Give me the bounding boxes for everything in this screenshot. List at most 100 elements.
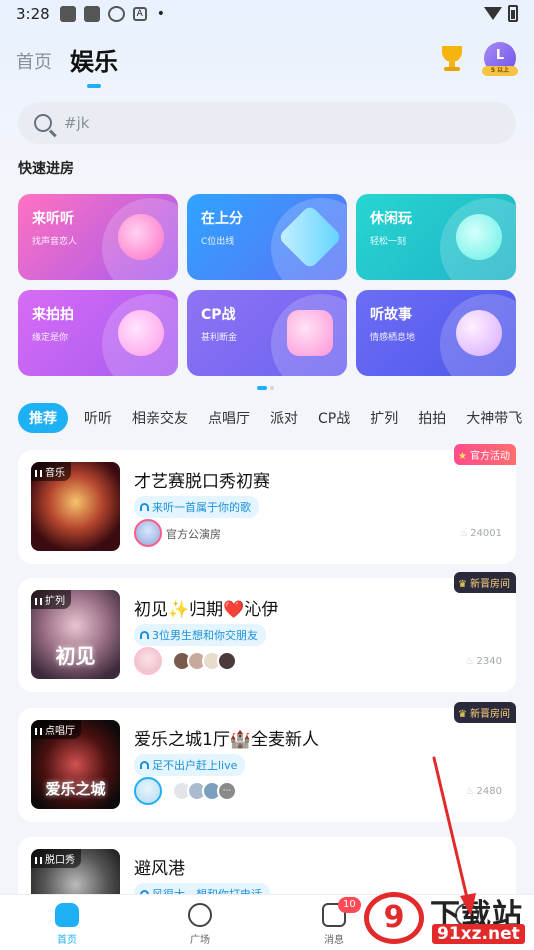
quick-rooms-title: 快速进房 <box>18 161 74 177</box>
unread-badge: 10 <box>338 897 361 913</box>
room-badge-label: 新晋房间 <box>470 579 510 590</box>
category-tab[interactable]: 派对 <box>270 408 298 428</box>
nav-home[interactable]: 首页 <box>37 903 97 946</box>
quick-card-listen[interactable]: 来听听 找声音恋人 <box>18 194 178 280</box>
search-placeholder: #jk <box>64 114 90 132</box>
room-card[interactable]: 音乐 ★ 官方活动 才艺赛脱口秀初赛 来听一首属于你的歌 官方公演房 ♨ 24001 <box>18 444 516 564</box>
compass-icon <box>188 903 212 927</box>
room-type-tag: 扩列 <box>31 590 71 609</box>
room-heat-value: 2480 <box>476 786 502 797</box>
room-type-tag: 音乐 <box>31 462 71 481</box>
search-bar[interactable]: #jk <box>18 102 516 144</box>
room-type-label: 扩列 <box>45 596 65 607</box>
room-heat: ♨ 24001 <box>459 528 502 539</box>
quick-card-cp[interactable]: CP战 甚利断金 <box>187 290 347 376</box>
app-icon <box>83 6 100 22</box>
watermark-url: 91xz.net <box>432 924 525 944</box>
cover-art-text: 爱乐之城 <box>45 780 106 798</box>
room-desc: 来听一首属于你的歌 <box>152 501 251 514</box>
quick-card-story[interactable]: 听故事 情感栖息地 <box>356 290 516 376</box>
sofa-icon <box>140 761 149 769</box>
category-tab[interactable]: 听听 <box>84 408 112 428</box>
room-desc: 3位男生想和你交朋友 <box>152 629 258 642</box>
room-desc-tag: 来听一首属于你的歌 <box>134 496 259 518</box>
category-tab[interactable]: 拍拍 <box>418 408 446 428</box>
status-time: 3:28 <box>16 5 50 23</box>
room-cover: 扩列 初见 <box>31 590 120 679</box>
room-heat: ♨ 2480 <box>466 786 502 797</box>
room-badge-label: 官方活动 <box>470 451 510 462</box>
room-desc: 足不出户赶上live <box>152 759 238 772</box>
trophy-icon[interactable] <box>436 42 468 74</box>
sofa-icon <box>140 631 149 639</box>
room-title: 避风港 <box>134 859 185 879</box>
home-icon <box>55 903 79 927</box>
member-avatars: ··· <box>172 781 237 801</box>
crown-icon: ♛ <box>458 579 467 590</box>
quick-card-subtitle: 找声音恋人 <box>32 237 78 247</box>
category-tabs: 推荐 听听 相亲交友 点唱厅 派对 CP战 扩列 拍拍 大神带飞 <box>18 403 534 433</box>
room-heat-value: 2340 <box>476 656 502 667</box>
room-type-label: 音乐 <box>45 468 65 479</box>
nav-plaza-label: 广场 <box>190 935 210 946</box>
wifi-icon <box>484 7 502 20</box>
room-cover: 点唱厅 爱乐之城 <box>31 720 120 809</box>
nav-messages-label: 消息 <box>324 935 344 946</box>
member-avatars <box>172 651 237 671</box>
star-icon: ★ <box>458 451 467 462</box>
quick-card-auction[interactable]: 来拍拍 缘定是你 <box>18 290 178 376</box>
battery-icon <box>508 5 518 22</box>
category-tab[interactable]: 大神带飞 <box>466 408 522 428</box>
status-bar: 3:28 A • <box>0 0 534 28</box>
room-title: 初见✨归期❤️沁伊 <box>134 600 279 620</box>
notification-dot: • <box>156 6 165 22</box>
category-tab[interactable]: 相亲交友 <box>132 408 188 428</box>
nav-messages[interactable]: 消息 10 <box>304 897 364 946</box>
nav-plaza[interactable]: 广场 <box>170 903 230 946</box>
watermark-logo: 9 <box>364 892 424 944</box>
flame-icon: ♨ <box>459 528 469 539</box>
category-tab[interactable]: CP战 <box>318 408 350 428</box>
cover-art-text: 初见 <box>55 644 96 668</box>
host-avatar[interactable] <box>134 777 162 805</box>
crown-icon: ♛ <box>458 709 467 720</box>
level-letter: L <box>495 48 505 63</box>
room-badge: ♛ 新晋房间 <box>454 572 516 593</box>
app-icon <box>59 6 76 22</box>
host-avatar[interactable] <box>134 647 162 675</box>
room-badge: ♛ 新晋房间 <box>454 702 516 723</box>
carousel-indicator <box>257 386 274 390</box>
room-title: 才艺赛脱口秀初赛 <box>134 472 270 492</box>
category-tab[interactable]: 点唱厅 <box>208 408 250 428</box>
room-heat-value: 24001 <box>470 528 502 539</box>
watermark: 9 下载站 91xz.net <box>362 884 534 950</box>
room-type-tag: 脱口秀 <box>31 849 81 868</box>
quick-card-subtitle: 情感栖息地 <box>370 333 416 343</box>
level-badge[interactable]: L 5 以上 <box>482 42 518 76</box>
category-tab[interactable]: 扩列 <box>370 408 398 428</box>
flame-icon: ♨ <box>465 786 475 797</box>
room-cover: 音乐 <box>31 462 120 551</box>
room-type-label: 点唱厅 <box>45 726 75 737</box>
room-card[interactable]: 扩列 初见 ♛ 新晋房间 初见✨归期❤️沁伊 3位男生想和你交朋友 ♨ 2340 <box>18 572 516 692</box>
flame-icon: ♨ <box>465 656 475 667</box>
host-avatar[interactable] <box>134 519 162 547</box>
room-card[interactable]: 点唱厅 爱乐之城 ♛ 新晋房间 爱乐之城1厅🏰全麦新人 足不出户赶上live ··… <box>18 702 516 822</box>
room-badge: ★ 官方活动 <box>454 444 516 465</box>
room-badge-label: 新晋房间 <box>470 709 510 720</box>
quick-card-casual[interactable]: 休闲玩 轻松一刻 <box>356 194 516 280</box>
room-desc-tag: 足不出户赶上live <box>134 754 246 776</box>
quick-card-subtitle: 甚利断金 <box>201 333 238 343</box>
tab-home[interactable]: 首页 <box>16 48 52 80</box>
host-name: 官方公演房 <box>166 528 221 541</box>
level-sub: 5 以上 <box>482 66 518 76</box>
tab-entertainment[interactable]: 娱乐 <box>70 42 118 80</box>
search-icon <box>34 114 52 132</box>
quick-card-rank[interactable]: 在上分 C位出线 <box>187 194 347 280</box>
category-tab[interactable]: 推荐 <box>18 403 68 433</box>
quick-card-subtitle: 缘定是你 <box>32 333 69 343</box>
room-title: 爱乐之城1厅🏰全麦新人 <box>134 730 319 750</box>
weibo-icon <box>107 6 125 22</box>
room-heat: ♨ 2340 <box>466 656 502 667</box>
nav-home-label: 首页 <box>57 935 77 946</box>
